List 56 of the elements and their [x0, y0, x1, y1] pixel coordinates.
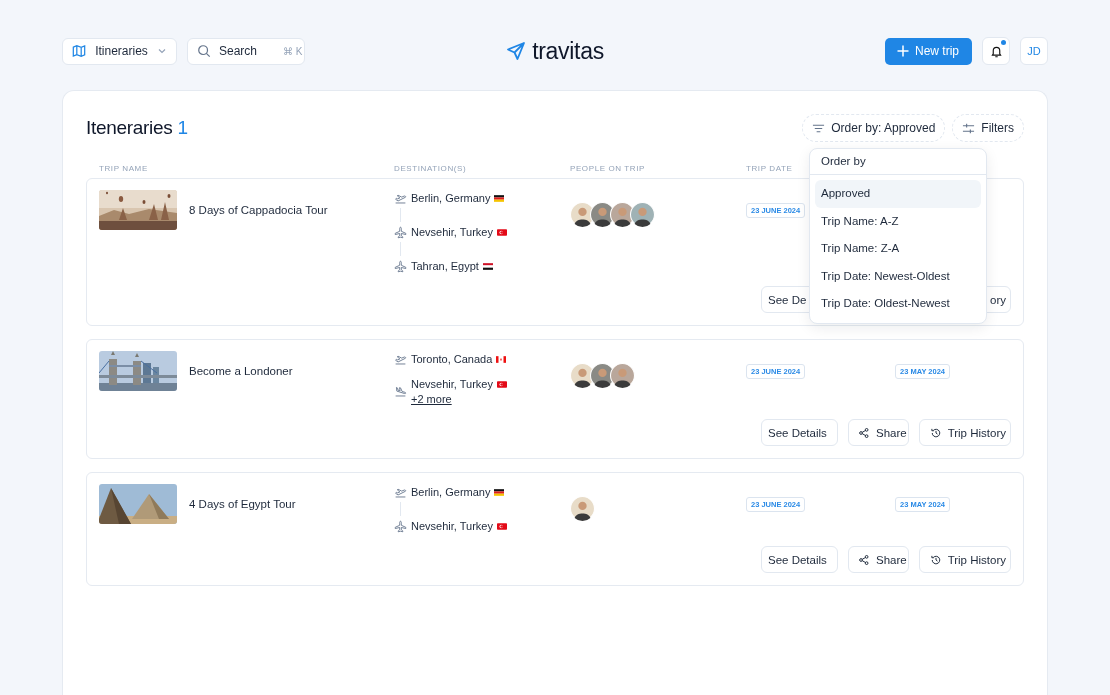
landing-icon [394, 385, 407, 398]
menu-option[interactable]: Trip Name: Z-A [815, 235, 981, 263]
flag-icon [496, 355, 507, 363]
avatar [570, 496, 595, 521]
details-button[interactable]: See Details [761, 546, 838, 573]
user-avatar[interactable]: JD [1020, 37, 1048, 65]
avatar [610, 363, 635, 388]
page-title: Iteneraries 1 [86, 117, 189, 139]
flag-icon [494, 488, 505, 496]
bell-icon [989, 44, 1003, 58]
column-header: DESTINATION(S) [394, 163, 468, 173]
column-header: TRIP NAME [99, 163, 149, 173]
flag-icon [482, 262, 493, 270]
trip-name: 8 Days of Cappadocia Tour [189, 204, 328, 216]
avatar [630, 202, 655, 227]
share-button[interactable]: Share [848, 546, 909, 573]
destination: Tahran, Egypt [411, 259, 479, 274]
airplane-icon [394, 519, 407, 533]
column-header: PEOPLE ON TRIP [570, 163, 646, 173]
share-button[interactable]: Share [848, 419, 909, 446]
destination: Berlin, Germany [411, 485, 491, 500]
new-trip-button[interactable]: New trip [885, 37, 972, 65]
menu-option[interactable]: Approved [815, 180, 981, 208]
trip-name: Become a Londoner [189, 365, 293, 377]
order-by-button[interactable]: Order by: Approved [802, 114, 946, 142]
menu-title: Order by [810, 149, 986, 175]
flag-icon [496, 380, 507, 388]
airplane-icon [394, 225, 407, 239]
airplane-icon [394, 259, 407, 273]
notifications-button[interactable] [982, 37, 1010, 65]
history-button[interactable]: Trip History [919, 546, 1011, 573]
destination: Nevsehir, Turkey [411, 377, 493, 392]
filters-button[interactable]: Filters [952, 114, 1024, 142]
view-select[interactable]: Itineraries [62, 37, 177, 65]
shortcut-hint: ⌘ K [283, 45, 303, 57]
destination: Nevsehir, Turkey [411, 519, 493, 534]
sliders-icon [962, 121, 976, 135]
flag-icon [494, 194, 505, 202]
search-field[interactable]: Search [219, 44, 275, 58]
trip-name: 4 Days of Egypt Tour [189, 498, 296, 510]
paper-plane-icon [506, 41, 527, 61]
details-button[interactable]: See Details [761, 419, 838, 446]
flag-icon [496, 522, 507, 530]
plus-icon [897, 45, 909, 57]
history-button[interactable]: Trip History [919, 419, 1011, 446]
more-link[interactable]: +2 more [411, 392, 452, 407]
column-header: TRIP DATE [746, 163, 794, 173]
logo-text: travitas [532, 37, 604, 65]
destination: Nevsehir, Turkey [411, 225, 493, 240]
map-icon [72, 44, 86, 58]
chevron-down-icon [157, 46, 167, 56]
menu-option[interactable]: Trip Name: A-Z [815, 207, 981, 235]
flag-icon [496, 228, 507, 236]
destination: Berlin, Germany [411, 191, 491, 206]
destination: Toronto, Canada [411, 352, 493, 367]
search-icon [197, 44, 211, 58]
